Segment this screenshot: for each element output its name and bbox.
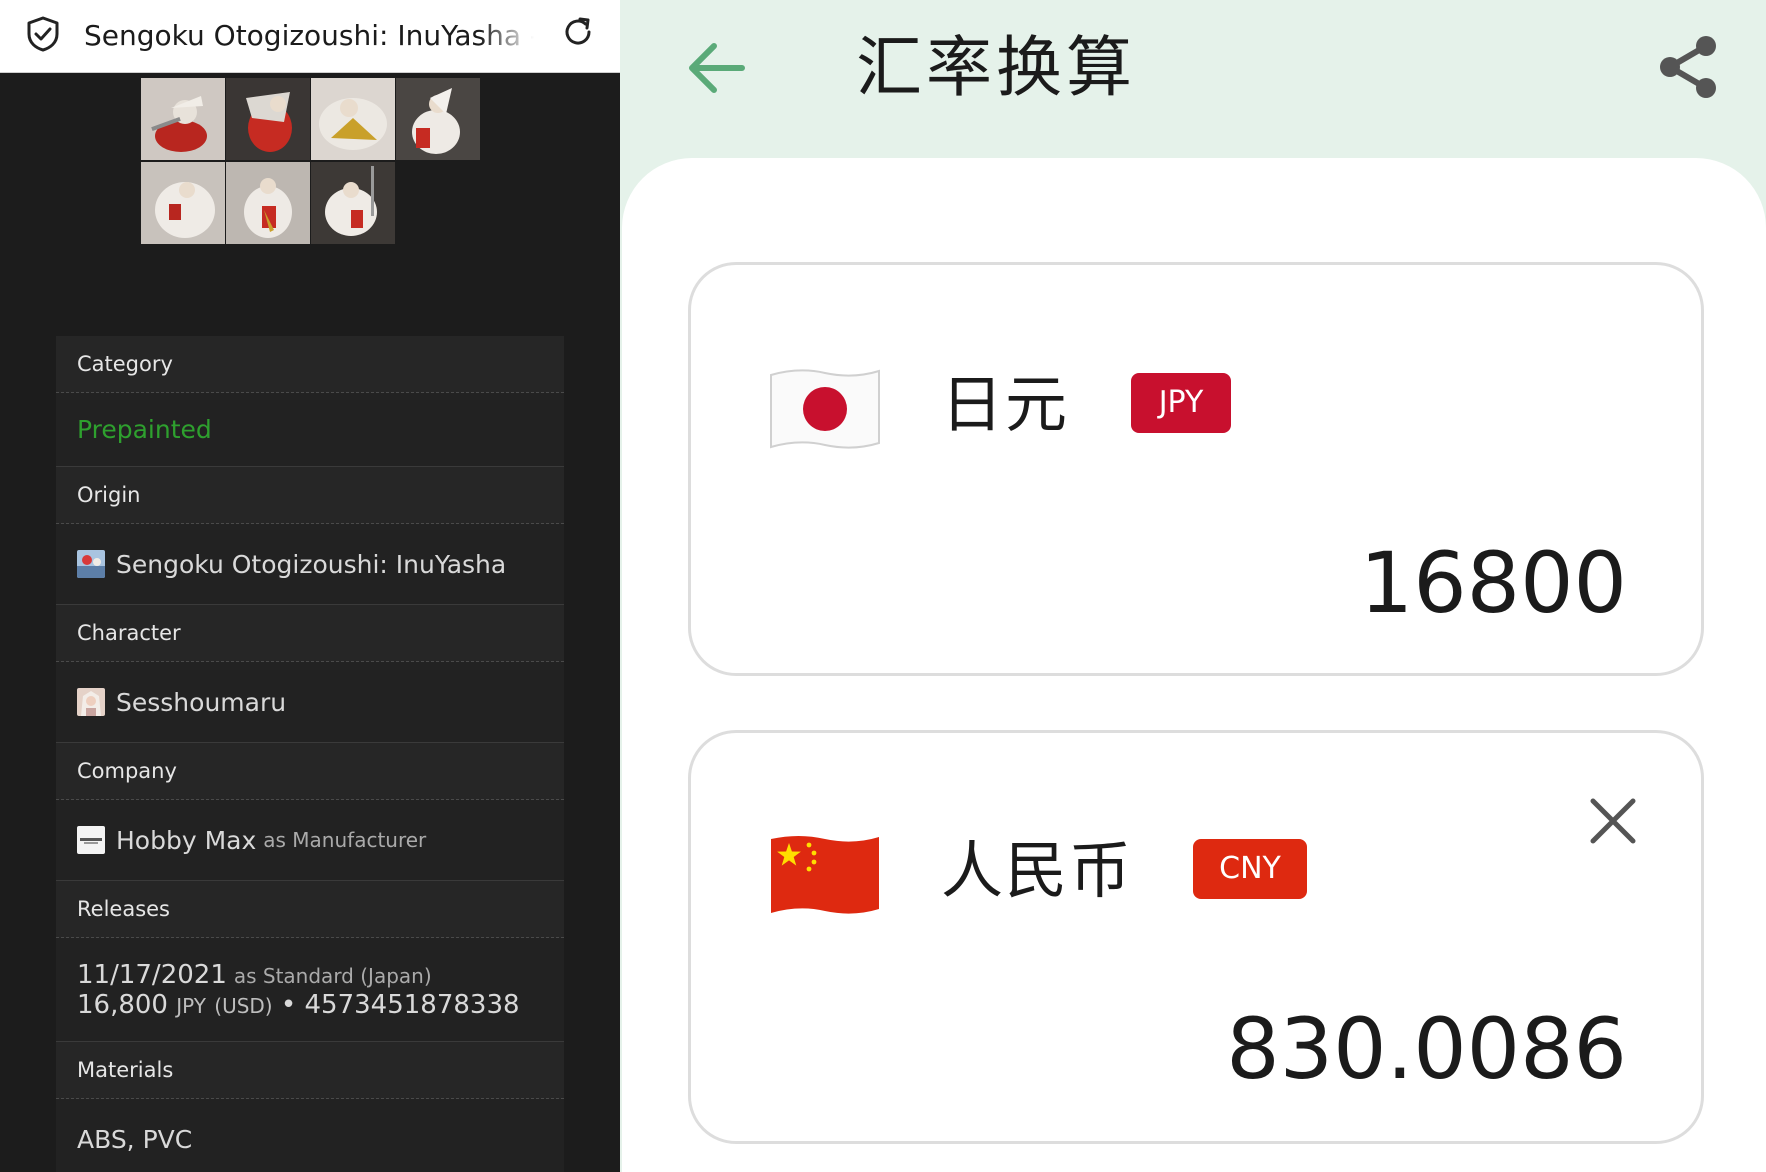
converter-sheet: 日元 JPY 16800 人民币 CNY 830.0086: [622, 158, 1766, 1172]
release-date[interactable]: 11/17/2021: [77, 960, 227, 990]
character-value: Sesshoumaru: [56, 662, 564, 743]
converter-app: 汇率换算 日元 JPY 16800 人民币 CNY 830.0086: [620, 0, 1766, 1172]
gallery-thumbnail[interactable]: [226, 162, 310, 244]
release-entry: 11/17/2021 as Standard (Japan) 16,800 JPY…: [56, 938, 564, 1042]
materials-header: Materials: [56, 1042, 564, 1099]
company-header: Company: [56, 743, 564, 800]
browser-address-bar: Sengoku Otogizoushi: InuYasha - Sesshoum…: [0, 0, 620, 73]
origin-value: Sengoku Otogizoushi: InuYasha: [56, 524, 564, 605]
company-value: Hobby Max as Manufacturer: [56, 800, 564, 881]
character-thumbnail-icon: [77, 688, 105, 716]
materials-text[interactable]: ABS, PVC: [77, 1125, 192, 1154]
gallery-thumbnail[interactable]: [141, 78, 225, 160]
currency-code-badge-from: JPY: [1131, 373, 1231, 433]
category-value: Prepainted: [56, 393, 564, 467]
china-flag-icon: [771, 836, 879, 914]
gallery-thumbnail[interactable]: [311, 162, 395, 244]
company-link[interactable]: Hobby Max: [116, 826, 256, 855]
company-logo-icon: [77, 826, 105, 854]
materials-value: ABS, PVC: [56, 1099, 564, 1172]
character-link[interactable]: Sesshoumaru: [116, 688, 286, 717]
image-gallery: [141, 73, 480, 244]
character-header: Character: [56, 605, 564, 662]
category-header: Category: [56, 336, 564, 393]
release-currency: JPY: [176, 993, 206, 1018]
item-info-table: Category Prepainted Origin Sengoku Otogi…: [56, 336, 564, 1172]
currency-code-badge-to: CNY: [1193, 839, 1307, 899]
origin-thumbnail-icon: [77, 550, 105, 578]
japan-flag-icon: [770, 369, 880, 449]
release-currency-extra[interactable]: (USD): [214, 994, 272, 1018]
release-date-line: 11/17/2021 as Standard (Japan): [77, 960, 432, 990]
release-barcode: 4573451878338: [304, 989, 520, 1020]
currency-card-cny[interactable]: 人民币 CNY 830.0086: [688, 730, 1704, 1144]
origin-link[interactable]: Sengoku Otogizoushi: InuYasha: [116, 550, 506, 579]
currency-card-jpy[interactable]: 日元 JPY 16800: [688, 262, 1704, 676]
back-arrow-icon[interactable]: [684, 38, 746, 98]
release-edition: as Standard (Japan): [233, 963, 432, 988]
currency-name-from: 日元: [941, 368, 1070, 441]
gallery-thumbnail[interactable]: [226, 78, 310, 160]
currency-name-to: 人民币: [941, 834, 1134, 907]
releases-header: Releases: [56, 881, 564, 938]
close-icon[interactable]: [1587, 795, 1639, 847]
company-role: as Manufacturer: [263, 828, 427, 852]
origin-header: Origin: [56, 467, 564, 524]
gallery-thumbnail[interactable]: [396, 78, 480, 160]
page-title[interactable]: Sengoku Otogizoushi: InuYasha - Sesshoum…: [84, 16, 534, 56]
release-price: 16,800: [77, 989, 168, 1020]
amount-from[interactable]: 16800: [1360, 533, 1627, 633]
shield-check-icon[interactable]: [26, 16, 60, 52]
reload-icon[interactable]: [560, 14, 596, 50]
gallery-thumbnail[interactable]: [141, 162, 225, 244]
app-title: 汇率换算: [856, 29, 1136, 106]
gallery-thumbnail[interactable]: [311, 78, 395, 160]
browser-pane: Sengoku Otogizoushi: InuYasha - Sesshoum…: [0, 0, 620, 1172]
share-icon[interactable]: [1658, 34, 1718, 100]
release-price-line: 16,800 JPY (USD) • 4573451878338: [77, 990, 520, 1020]
category-link[interactable]: Prepainted: [77, 415, 212, 444]
release-separator: •: [280, 989, 297, 1020]
amount-to[interactable]: 830.0086: [1226, 999, 1627, 1099]
